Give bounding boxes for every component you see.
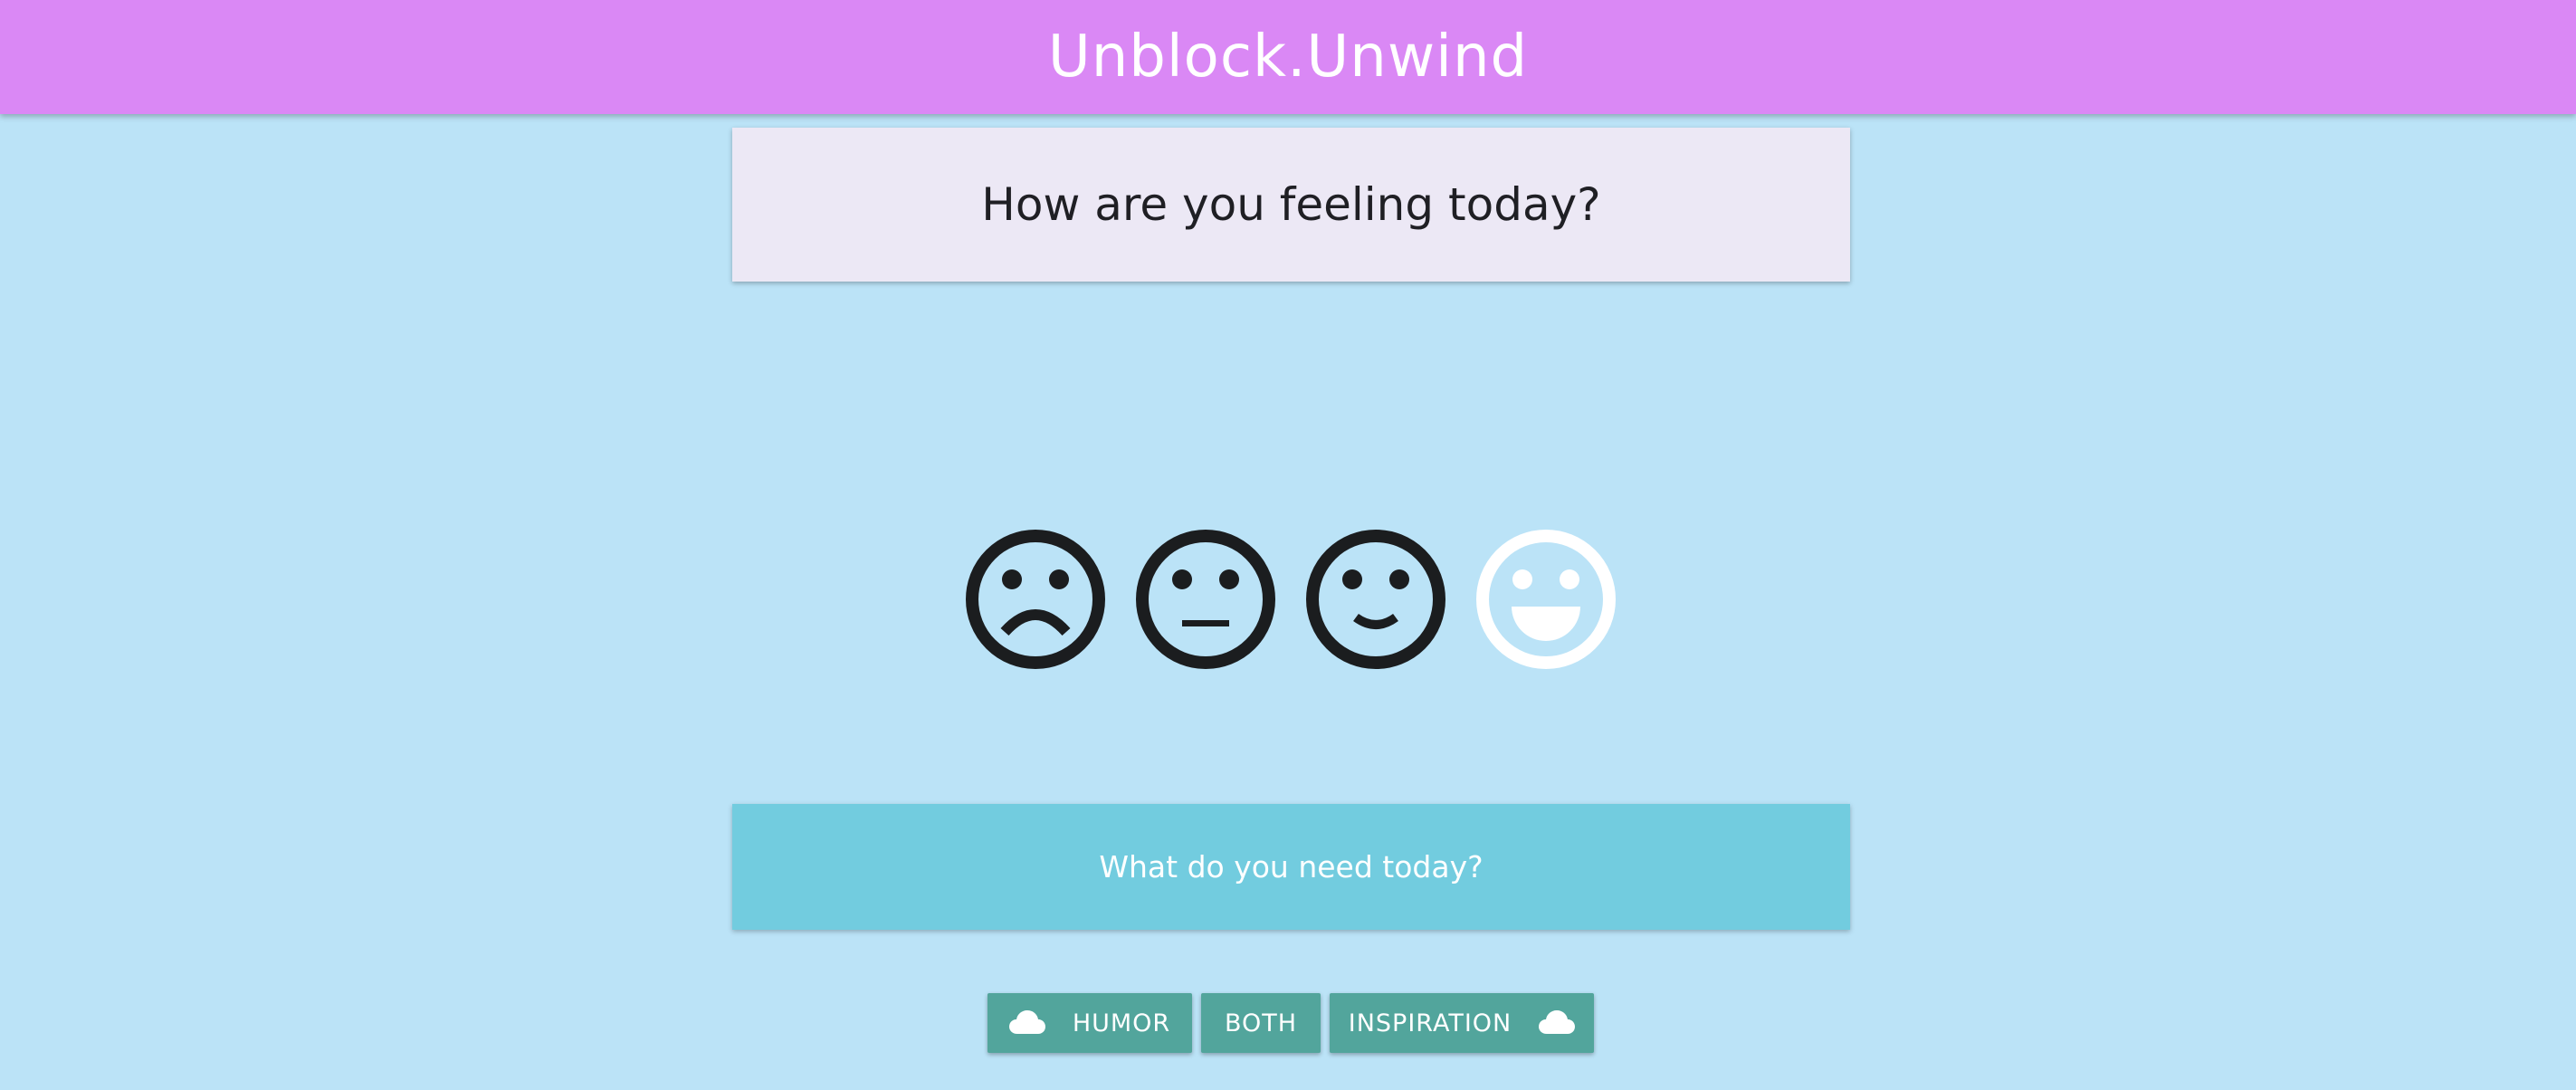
inspiration-button[interactable]: INSPIRATION [1330, 993, 1594, 1053]
mood-neutral-button[interactable] [1133, 527, 1278, 672]
question-card: How are you feeling today? [732, 128, 1850, 282]
neutral-face-icon [1136, 530, 1275, 669]
need-prompt-bar[interactable]: What do you need today? [732, 804, 1850, 930]
mood-very-happy-button[interactable] [1474, 527, 1618, 672]
app-title: Unblock.Unwind [1047, 24, 1529, 91]
both-button[interactable]: BOTH [1201, 993, 1321, 1053]
question-text: How are you feeling today? [981, 178, 1601, 231]
need-prompt-text: What do you need today? [1099, 849, 1484, 884]
mood-sad-button[interactable] [963, 527, 1108, 672]
mood-happy-button[interactable] [1303, 527, 1448, 672]
cloud-icon [1539, 1010, 1576, 1034]
sad-face-icon [966, 530, 1105, 669]
humor-label: HUMOR [1072, 1009, 1171, 1037]
smile-face-icon [1306, 530, 1445, 669]
grin-face-icon [1476, 530, 1616, 669]
mood-selector [963, 527, 1620, 672]
top-app-bar: Unblock.Unwind [0, 0, 2576, 114]
inspiration-label: INSPIRATION [1348, 1009, 1512, 1037]
cloud-icon [1008, 1010, 1045, 1034]
both-label: BOTH [1224, 1009, 1298, 1037]
humor-button[interactable]: HUMOR [987, 993, 1192, 1053]
